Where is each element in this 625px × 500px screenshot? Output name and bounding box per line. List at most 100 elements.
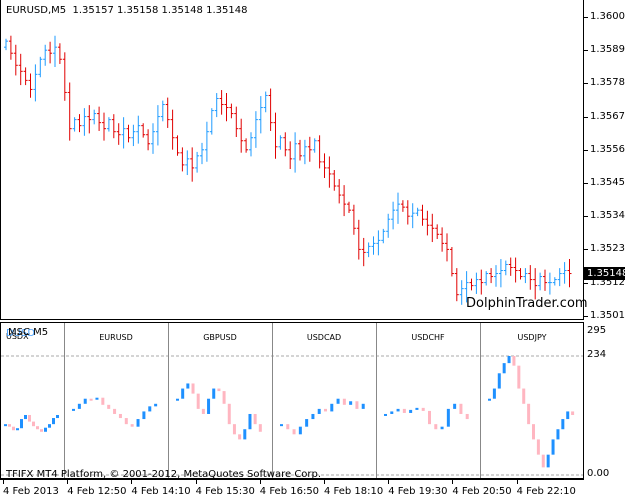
ohlc-bar (224, 93, 229, 122)
indicator-candle (28, 414, 31, 422)
panel-divider (480, 323, 481, 478)
ohlc-bar (562, 262, 567, 284)
ohlc-bar (77, 114, 82, 133)
indicator-candle (421, 407, 425, 411)
time-label: 4 Feb 14:10 (131, 486, 191, 497)
time-tick (324, 480, 325, 484)
indicator-candle (40, 429, 43, 432)
ohlc-bar (528, 265, 533, 290)
indicator-candle (217, 388, 221, 392)
ohlc-bar (48, 41, 53, 64)
indicator-candle (384, 413, 387, 416)
indicator-candle (497, 373, 501, 389)
indicator-candle (12, 426, 15, 431)
ohlc-bar (38, 56, 43, 78)
ohlc-bar (131, 124, 136, 147)
indicator-candle (317, 408, 321, 414)
time-tick (516, 480, 518, 484)
ohlc-bar (430, 213, 435, 243)
time-tick (388, 480, 390, 484)
ohlc-bar (57, 43, 62, 64)
indicator-candle (336, 398, 340, 404)
indicator-candle (453, 403, 457, 409)
indicator-candle (349, 401, 353, 405)
ohlc-bar (459, 280, 464, 305)
indicator-candle (243, 429, 247, 440)
ohlc-bar (396, 192, 400, 224)
ohlc-bar (474, 272, 479, 294)
time-label: 4 Feb 2013 (3, 486, 59, 497)
indicator-candle (286, 424, 290, 430)
ohlc-bar (72, 117, 77, 132)
ohlc-bar (239, 118, 244, 153)
ohlc-bar (209, 108, 214, 135)
ohlc-bar (547, 272, 552, 295)
ohlc-bar (175, 135, 180, 156)
indicator-axis-mid: 234 (587, 349, 607, 360)
ohlc-bar (415, 207, 420, 217)
ohlc-bar (356, 219, 361, 260)
ohlc-bar (244, 138, 249, 153)
indicator-candle (181, 388, 185, 399)
ohlc-bar (126, 124, 131, 143)
indicator-candle (191, 383, 195, 394)
indicator-candle (280, 424, 283, 427)
indicator-panel[interactable]: USDX DUSD MSC M5 EURUSD GBPUSD USDCAD USDCH… (0, 322, 584, 480)
indicator-candle (101, 397, 105, 405)
indicator-candle (488, 398, 491, 401)
ohlc-bar (494, 265, 498, 287)
time-tick (67, 480, 69, 484)
price-tick (584, 83, 588, 85)
indicator-candle (227, 403, 231, 425)
ohlc-bar (43, 44, 48, 66)
ohlc-bar (449, 246, 454, 277)
price-tick (584, 116, 588, 118)
ohlc-bar (185, 150, 190, 176)
ohlc-bar (386, 213, 391, 238)
ohlc-bar (405, 200, 410, 225)
ohlc-bar (543, 269, 547, 291)
indicator-candle (459, 403, 463, 414)
indicator-candle (186, 383, 190, 389)
ohlc-bar (229, 103, 234, 119)
ohlc-bar (317, 135, 322, 169)
indicator-candle (32, 421, 35, 427)
ohlc-bar (371, 236, 376, 255)
indicator-candle (52, 418, 55, 425)
ohlc-bar (518, 268, 523, 280)
indicator-candle (56, 414, 59, 419)
indicator-candle (342, 398, 346, 405)
ohlc-bar (508, 257, 513, 276)
indicator-candle (222, 391, 226, 404)
panel-label: USDCHF (411, 333, 445, 342)
ohlc-bar (523, 268, 528, 284)
price-label: 1.35230 (590, 243, 625, 255)
ohlc-bar (28, 73, 33, 98)
time-label: 4 Feb 20:50 (452, 486, 512, 497)
indicator-candle (136, 419, 140, 427)
indicator-candle (409, 409, 413, 413)
ohlc-bars (4, 35, 572, 305)
indicator-candle (16, 428, 19, 431)
ohlc-bar (8, 35, 13, 60)
indicator-candle (118, 413, 122, 419)
time-label: 4 Feb 15:30 (195, 486, 255, 497)
indicator-candle (512, 356, 516, 366)
ohlc-bar (400, 200, 405, 212)
indicator-candle (44, 427, 47, 432)
ohlc-bar (337, 179, 342, 204)
current-price-label: 1.35148 (584, 267, 625, 281)
ohlc-bar (106, 117, 111, 132)
indicator-candle (355, 401, 359, 409)
price-chart[interactable]: EURUSD,M5 1.35157 1.35158 1.35148 1.3514… (0, 0, 625, 321)
indicator-candle (107, 404, 111, 409)
indicator-candle (142, 411, 146, 420)
ohlc-bar (170, 109, 175, 150)
ohlc-bar (13, 44, 18, 76)
ohlc-bar (33, 64, 38, 102)
ohlc-bar (4, 38, 8, 51)
indicator-candle (465, 413, 469, 420)
ohlc-bar (102, 112, 106, 141)
chart-frame (0, 0, 584, 320)
indicator-candle (361, 403, 365, 409)
